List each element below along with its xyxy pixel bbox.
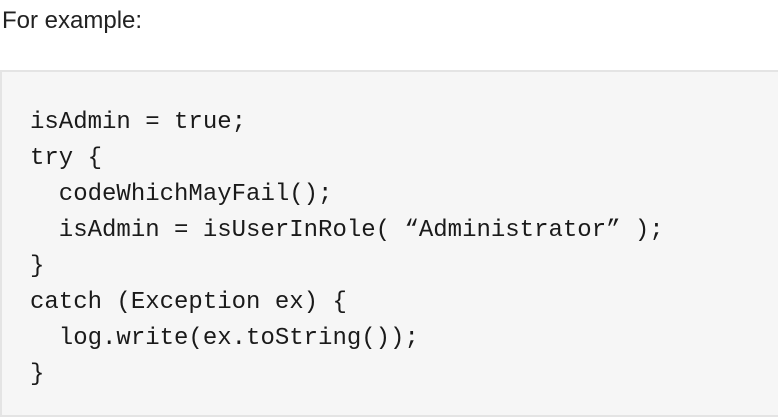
code-block: isAdmin = true; try { codeWhichMayFail();… — [0, 70, 778, 417]
code-listing: isAdmin = true; try { codeWhichMayFail();… — [30, 105, 664, 393]
code-line: codeWhichMayFail(); — [30, 181, 333, 208]
code-line: catch (Exception ex) { — [30, 289, 347, 316]
code-line: } — [30, 253, 45, 280]
intro-paragraph: For example: — [2, 7, 143, 34]
document-page: For example: isAdmin = true; try { codeWh… — [0, 0, 778, 418]
code-line: isAdmin = isUserInRole( “Administrator” … — [30, 217, 664, 244]
code-line: } — [30, 361, 45, 388]
code-line: try { — [30, 145, 103, 172]
code-line: isAdmin = true; — [30, 109, 247, 136]
code-line: log.write(ex.toString()); — [30, 325, 419, 352]
